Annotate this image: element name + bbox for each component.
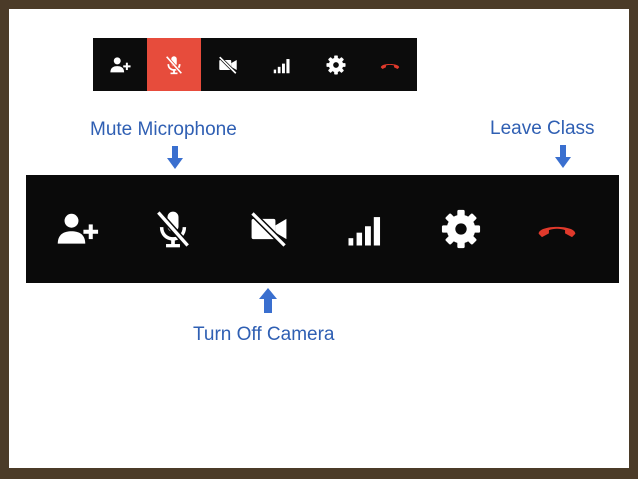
- hang-up-icon: [379, 54, 401, 76]
- gear-icon: [439, 207, 483, 251]
- camera-off-icon: [247, 207, 291, 251]
- mute-microphone-button[interactable]: [125, 175, 221, 283]
- slide-frame: Mute Microphone Leave Class Turn Off Cam…: [0, 0, 638, 479]
- toolbar-large: [26, 175, 619, 283]
- add-person-button[interactable]: [93, 38, 147, 91]
- add-person-icon: [55, 207, 99, 251]
- turn-off-camera-button[interactable]: [201, 38, 255, 91]
- signal-button[interactable]: [255, 38, 309, 91]
- leave-class-label: Leave Class: [490, 118, 595, 139]
- down-arrow-icon: [167, 146, 183, 169]
- signal-icon: [343, 207, 387, 251]
- up-arrow-icon: [259, 288, 277, 313]
- microphone-off-icon: [151, 207, 195, 251]
- leave-class-button[interactable]: [509, 175, 605, 283]
- microphone-off-icon: [163, 54, 185, 76]
- camera-off-icon: [217, 54, 239, 76]
- mute-microphone-button[interactable]: [147, 38, 201, 91]
- leave-class-button[interactable]: [363, 38, 417, 91]
- settings-button[interactable]: [413, 175, 509, 283]
- settings-button[interactable]: [309, 38, 363, 91]
- signal-button[interactable]: [317, 175, 413, 283]
- signal-icon: [271, 54, 293, 76]
- gear-icon: [325, 54, 347, 76]
- add-person-icon: [109, 54, 131, 76]
- hang-up-icon: [535, 207, 579, 251]
- mute-microphone-label: Mute Microphone: [90, 119, 237, 140]
- add-person-button[interactable]: [29, 175, 125, 283]
- turn-off-camera-label: Turn Off Camera: [193, 324, 335, 345]
- down-arrow-icon: [555, 145, 571, 168]
- turn-off-camera-button[interactable]: [221, 175, 317, 283]
- slide-canvas: Mute Microphone Leave Class Turn Off Cam…: [9, 9, 629, 468]
- toolbar-small: [93, 38, 417, 91]
